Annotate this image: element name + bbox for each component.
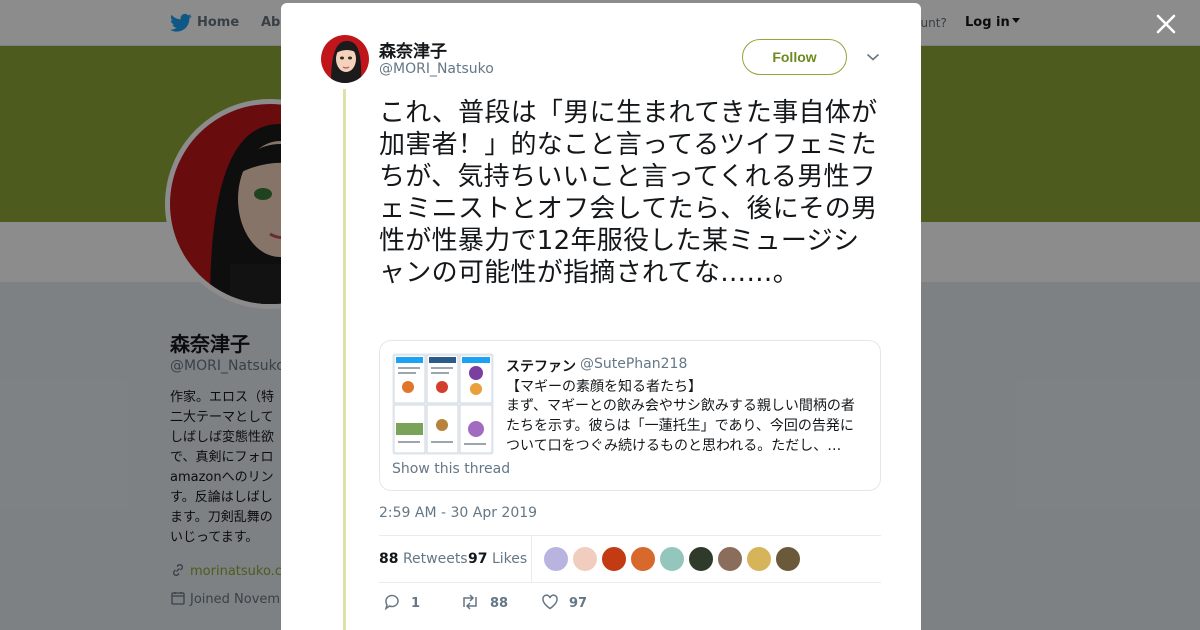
retweets-stat-count: 88: [379, 551, 399, 567]
retweets-stat-label: Retweets: [402, 551, 468, 567]
likes-stat-count: 97: [468, 551, 488, 567]
liker-avatar[interactable]: [543, 546, 569, 572]
close-icon[interactable]: [1155, 13, 1177, 35]
reply-count: 1: [411, 596, 421, 611]
stats-divider: [531, 536, 532, 582]
tweet-stats: 88 Retweets 97 Likes: [379, 535, 881, 583]
liker-avatar[interactable]: [572, 546, 598, 572]
tweet-author-name[interactable]: 森奈津子: [379, 37, 447, 62]
liker-avatar[interactable]: [775, 546, 801, 572]
quoted-tweet-title: 【マギーの素顔を知る者たち】: [506, 379, 702, 395]
retweet-icon: [463, 594, 477, 610]
quoted-tweet-text: まず、マギーとの飲み会やサシ飲みする親しい間柄の者たちを示す。彼らは「一蓮托生」…: [506, 398, 855, 454]
likes-stat[interactable]: 97 Likes: [468, 551, 527, 567]
like-count: 97: [569, 596, 588, 611]
tweet-actions: 1 88 97: [379, 593, 881, 617]
tweet-text: これ、普段は「男に生まれてきた事自体が加害者！」的なこと言ってるツイフェミたちが…: [379, 98, 878, 288]
reply-button[interactable]: 1: [383, 593, 420, 617]
quoted-tweet-author-handle[interactable]: @SutePhan218: [580, 356, 687, 372]
follow-button[interactable]: Follow: [742, 39, 847, 75]
tweet-author-avatar[interactable]: [321, 35, 369, 83]
quoted-tweet-thumbnail: [392, 353, 494, 455]
like-button[interactable]: 97: [541, 593, 587, 617]
retweet-button[interactable]: 88: [460, 593, 508, 617]
liker-avatar[interactable]: [601, 546, 627, 572]
likes-stat-label: Likes: [491, 551, 528, 567]
heart-icon: [542, 594, 558, 610]
chevron-down-icon[interactable]: [866, 52, 880, 62]
liker-avatar[interactable]: [746, 546, 772, 572]
retweet-count: 88: [490, 596, 509, 611]
reply-icon: [384, 594, 399, 611]
quoted-tweet-card[interactable]: ステファン @SutePhan218 【マギーの素顔を知る者たち】 まず、マギー…: [379, 340, 881, 491]
quoted-tweet-author-name[interactable]: ステファン: [506, 356, 576, 376]
liker-avatar[interactable]: [630, 546, 656, 572]
tweet-timestamp[interactable]: 2:59 AM - 30 Apr 2019: [379, 505, 537, 521]
tweet-author-handle[interactable]: @MORI_Natsuko: [379, 61, 494, 77]
retweets-stat[interactable]: 88 Retweets: [379, 551, 468, 567]
show-thread-link[interactable]: Show this thread: [392, 461, 510, 477]
liker-avatar[interactable]: [688, 546, 714, 572]
liker-avatar[interactable]: [717, 546, 743, 572]
tweet-modal: 森奈津子 @MORI_Natsuko Follow これ、普段は「男に生まれてき…: [281, 3, 921, 630]
thread-line: [343, 89, 346, 630]
liker-avatar[interactable]: [659, 546, 685, 572]
